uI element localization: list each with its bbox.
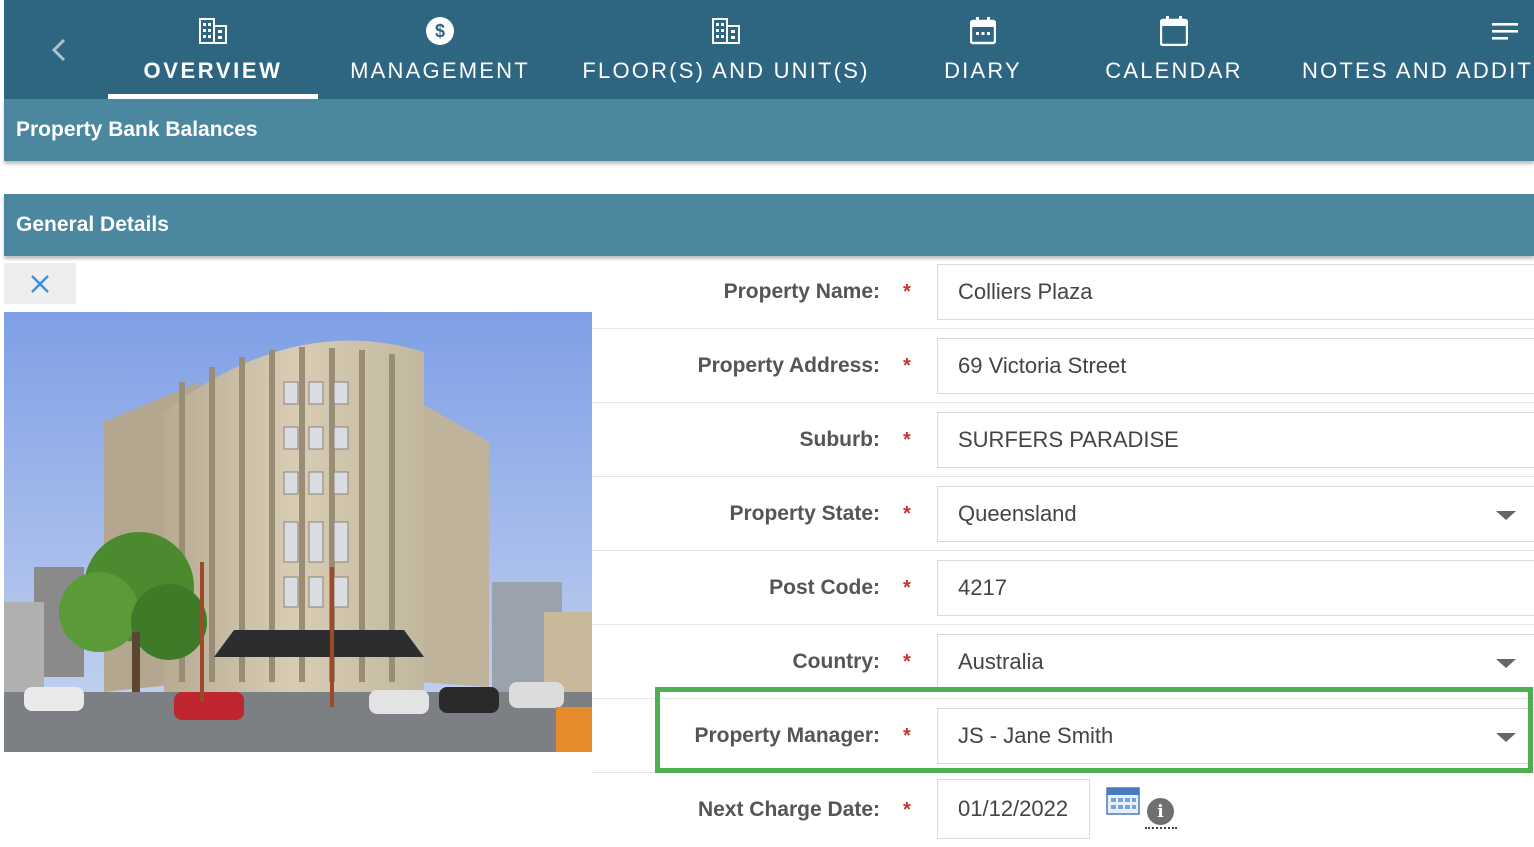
required-marker: * xyxy=(903,280,911,303)
tab-overview-label: OVERVIEW xyxy=(143,58,283,83)
svg-text:$: $ xyxy=(435,21,445,41)
required-marker: * xyxy=(903,354,911,377)
post-code-label: Post Code: xyxy=(769,576,880,599)
post-code-input[interactable]: 4217 xyxy=(937,560,1534,616)
post-code-row: Post Code: * 4217 xyxy=(592,551,1534,625)
property-manager-select[interactable]: JS - Jane Smith xyxy=(937,708,1534,764)
section-title: Property Bank Balances xyxy=(16,118,258,141)
tab-diary-label: DIARY xyxy=(944,58,1022,83)
required-marker: * xyxy=(903,428,911,451)
general-details-header[interactable]: General Details xyxy=(4,194,1534,256)
suburb-row: Suburb: * SURFERS PARADISE xyxy=(592,403,1534,477)
tab-overview[interactable]: OVERVIEW xyxy=(108,0,318,99)
dropdown-caret-icon xyxy=(1496,659,1516,668)
required-marker: * xyxy=(903,502,911,525)
date-picker-calendar-icon[interactable] xyxy=(1106,786,1140,816)
required-marker: * xyxy=(903,798,911,821)
next-charge-date-label: Next Charge Date: xyxy=(697,798,880,821)
tab-diary[interactable]: DIARY xyxy=(928,0,1038,99)
property-state-value: Queensland xyxy=(958,501,1077,526)
country-label: Country: xyxy=(792,650,881,673)
tab-notes-and-additional[interactable]: NOTES AND ADDITI xyxy=(1296,0,1534,99)
required-marker: * xyxy=(903,576,911,599)
property-state-select[interactable]: Queensland xyxy=(937,486,1534,542)
tab-notes-label: NOTES AND ADDITI xyxy=(1302,58,1534,83)
top-navigation: OVERVIEW $ MANAGEMENT FLOOR(S) AND UNIT(… xyxy=(4,0,1534,99)
building-icon xyxy=(712,16,740,46)
property-state-row: Property State: * Queensland xyxy=(592,477,1534,551)
info-icon[interactable]: i xyxy=(1147,798,1174,825)
image-toolbar xyxy=(4,263,76,304)
building-icon xyxy=(199,16,227,46)
tab-management[interactable]: $ MANAGEMENT xyxy=(342,0,538,99)
property-manager-row: Property Manager: * JS - Jane Smith xyxy=(592,699,1534,773)
tab-calendar-label: CALENDAR xyxy=(1105,58,1243,83)
section-title: General Details xyxy=(16,213,169,236)
property-name-label: Property Name: xyxy=(723,280,880,303)
property-state-label: Property State: xyxy=(729,502,880,525)
country-row: Country: * Australia xyxy=(592,625,1534,699)
back-chevron-icon[interactable] xyxy=(40,30,80,70)
property-bank-balances-header[interactable]: Property Bank Balances xyxy=(4,99,1534,161)
property-address-input[interactable]: 69 Victoria Street xyxy=(937,338,1534,394)
calendar-icon xyxy=(1160,16,1188,46)
property-name-input[interactable]: Colliers Plaza xyxy=(937,264,1534,320)
dropdown-caret-icon xyxy=(1496,511,1516,520)
property-photo xyxy=(4,312,592,752)
country-value: Australia xyxy=(958,649,1044,674)
suburb-label: Suburb: xyxy=(799,428,880,451)
dropdown-caret-icon xyxy=(1496,733,1516,742)
tab-management-label: MANAGEMENT xyxy=(350,58,530,83)
tab-calendar[interactable]: CALENDAR xyxy=(1100,0,1248,99)
property-manager-value: JS - Jane Smith xyxy=(958,723,1114,748)
property-address-row: Property Address: * 69 Victoria Street xyxy=(592,329,1534,403)
info-dotted-underline xyxy=(1145,827,1177,829)
tab-floors-and-units-label: FLOOR(S) AND UNIT(S) xyxy=(582,58,870,83)
next-charge-date-input[interactable]: 01/12/2022 xyxy=(937,779,1090,839)
close-icon[interactable] xyxy=(30,274,50,294)
dollar-circle-icon: $ xyxy=(425,16,455,46)
notes-lines-icon xyxy=(1492,16,1518,46)
tab-floors-and-units[interactable]: FLOOR(S) AND UNIT(S) xyxy=(582,0,870,99)
calendar-dots-icon xyxy=(970,16,996,46)
required-marker: * xyxy=(903,650,911,673)
country-select[interactable]: Australia xyxy=(937,634,1534,690)
suburb-input[interactable]: SURFERS PARADISE xyxy=(937,412,1534,468)
property-address-label: Property Address: xyxy=(697,354,880,377)
required-marker: * xyxy=(903,724,911,747)
property-manager-label: Property Manager: xyxy=(694,724,880,747)
property-name-row: Property Name: * Colliers Plaza xyxy=(592,255,1534,329)
